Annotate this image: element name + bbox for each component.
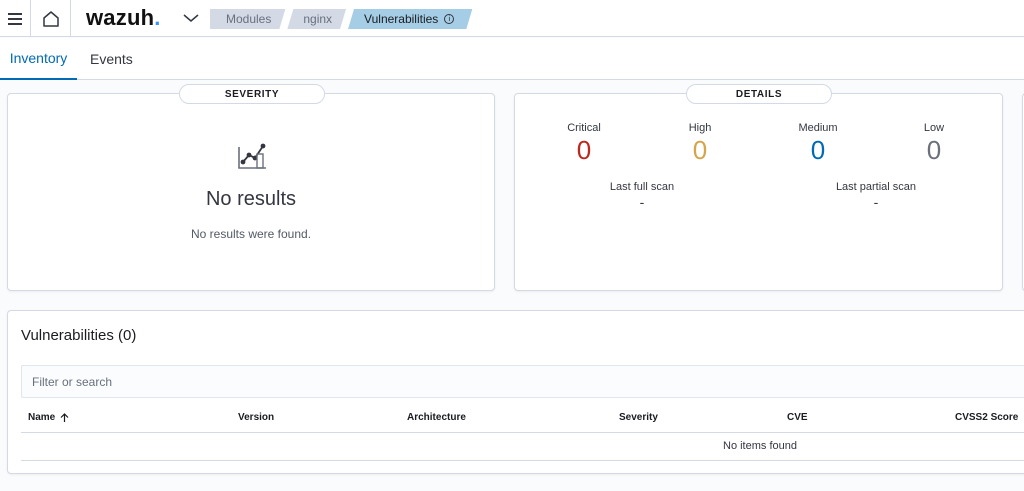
wazuh-logo[interactable]: wazuh. [86, 5, 161, 31]
stat-label: Low [923, 122, 945, 134]
no-results-message: No results were found. [190, 227, 312, 241]
stat-label: High [688, 122, 712, 134]
scan-label: Last partial scan [835, 181, 917, 193]
column-severity[interactable]: Severity [619, 412, 658, 423]
severity-panel-title: SEVERITY [179, 84, 325, 104]
table-header: Name Version Architecture Severity CVE C… [21, 405, 1024, 433]
stat-value: 0 [576, 135, 592, 165]
details-panel-title: DETAILS [686, 84, 832, 104]
column-cve[interactable]: CVE [787, 412, 808, 423]
hamburger-icon [8, 12, 22, 25]
brand-dot: . [154, 5, 161, 30]
no-items-message: No items found [723, 440, 797, 452]
stat-medium: Medium 0 [778, 122, 858, 166]
home-icon [42, 10, 59, 27]
scan-value: - [639, 194, 645, 210]
breadcrumb-label: nginx [303, 12, 333, 26]
top-header: wazuh. Modules nginx Vulnerabilities i [0, 0, 1024, 37]
tab-events[interactable]: Events [90, 38, 133, 80]
stat-value: 0 [810, 135, 826, 165]
column-version[interactable]: Version [238, 412, 274, 423]
tab-bar: Inventory Events [0, 38, 1024, 80]
last-full-scan: Last full scan - [572, 181, 712, 210]
vulnerabilities-panel: Vulnerabilities (0) Name Version Archite… [7, 310, 1024, 474]
severity-panel: SEVERITY No results No results were foun… [7, 84, 495, 291]
breadcrumb-nginx[interactable]: nginx [287, 9, 346, 29]
column-label: Name [28, 412, 56, 423]
menu-button[interactable] [0, 0, 31, 37]
breadcrumb-label: Modules [226, 12, 272, 26]
stat-value: 0 [926, 135, 942, 165]
search-input[interactable] [21, 365, 1024, 398]
table-row: No items found [21, 433, 1024, 461]
breadcrumb-vulnerabilities[interactable]: Vulnerabilities i [348, 9, 472, 29]
tab-inventory[interactable]: Inventory [0, 38, 77, 80]
details-panel: DETAILS Critical 0 High 0 Medium 0 Low 0… [514, 84, 1003, 291]
brand-name: wazuh [86, 5, 155, 30]
last-partial-scan: Last partial scan - [806, 181, 946, 210]
column-name[interactable]: Name [28, 412, 69, 423]
chart-icon [238, 143, 266, 169]
column-architecture[interactable]: Architecture [407, 412, 466, 423]
breadcrumb-modules[interactable]: Modules [210, 9, 285, 29]
arrow-up-icon [60, 412, 69, 422]
vulnerabilities-title: Vulnerabilities (0) [21, 327, 137, 344]
stat-low: Low 0 [894, 122, 974, 166]
breadcrumb: Modules nginx Vulnerabilities i [210, 9, 474, 29]
home-button[interactable] [31, 0, 71, 37]
stat-high: High 0 [660, 122, 740, 166]
stat-label: Medium [798, 122, 838, 134]
stat-value: 0 [692, 135, 708, 165]
stat-critical: Critical 0 [544, 122, 624, 166]
scan-value: - [873, 194, 879, 210]
stat-label: Critical [567, 122, 601, 134]
column-cvss2-score[interactable]: CVSS2 Score [955, 412, 1018, 423]
info-icon[interactable]: i [444, 14, 454, 24]
no-results-title: No results [205, 188, 297, 210]
chevron-down-icon[interactable] [180, 8, 202, 28]
breadcrumb-label: Vulnerabilities [364, 12, 439, 26]
scan-label: Last full scan [609, 181, 675, 193]
